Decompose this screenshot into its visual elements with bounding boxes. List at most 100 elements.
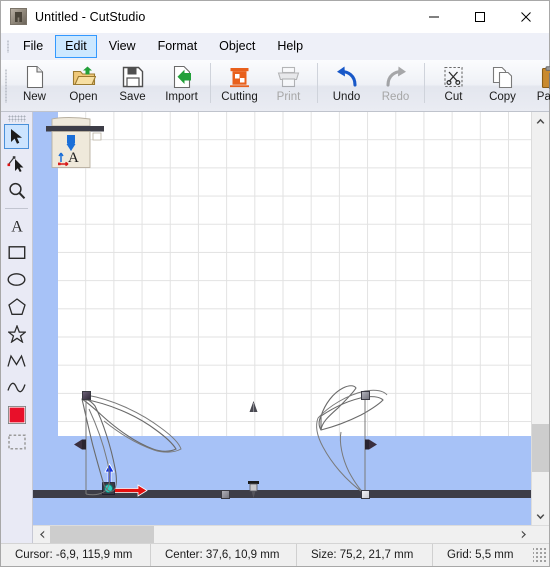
media-load-direction-icon: A: [46, 116, 104, 172]
toolbar-save-label: Save: [119, 91, 146, 103]
origin-x-axis-arrow: [113, 484, 148, 497]
status-bar: Cursor: -6,9, 115,9 mm Center: 37,6, 10,…: [1, 543, 549, 566]
toolbar-save-button[interactable]: Save: [108, 60, 157, 109]
horizontal-scroll-thumb[interactable]: [50, 526, 154, 543]
tool-fill-color-swatch[interactable]: [4, 402, 29, 427]
selection-handle-left-mid[interactable]: [74, 437, 88, 450]
minimize-button[interactable]: [411, 1, 457, 32]
window-controls: [411, 1, 549, 32]
toolbar-print-button[interactable]: Print: [264, 60, 313, 109]
workspace: A A: [1, 112, 549, 543]
toolbar-redo-button[interactable]: Redo: [371, 60, 420, 109]
tool-polygon[interactable]: [4, 294, 29, 319]
main-toolbar: New Open Save Import Cutting Print Undo …: [1, 60, 550, 112]
menu-format[interactable]: Format: [148, 35, 208, 58]
vertical-scroll-track[interactable]: [532, 129, 549, 508]
toolbar-separator-2: [317, 63, 318, 103]
menu-drag-grip-icon[interactable]: [3, 33, 12, 60]
menu-file[interactable]: File: [13, 35, 53, 58]
toolbar-separator-3: [424, 63, 425, 103]
tool-marquee-select[interactable]: [4, 429, 29, 454]
tool-rectangle[interactable]: [4, 240, 29, 265]
toolbar-undo-button[interactable]: Undo: [322, 60, 371, 109]
selection-handle-bottom-right[interactable]: [361, 490, 370, 499]
copy-pages-icon: [490, 64, 516, 90]
status-size: Size: 75,2, 21,7 mm: [297, 544, 433, 566]
toolbar-new-label: New: [22, 91, 46, 103]
vertical-scrollbar[interactable]: [531, 112, 549, 525]
new-document-icon: [22, 64, 48, 90]
selection-handle-top-right[interactable]: [361, 391, 370, 400]
selection-handle-top-left[interactable]: [82, 391, 91, 400]
vertical-scroll-thumb[interactable]: [532, 424, 549, 472]
clipboard-paste-icon: [539, 64, 550, 90]
tool-select-arrow[interactable]: [4, 124, 29, 149]
toolbar-import-label: Import: [165, 91, 198, 103]
redo-arrow-icon: [383, 64, 409, 90]
import-arrow-icon: [169, 64, 195, 90]
tool-zoom-magnifier[interactable]: [4, 178, 29, 203]
window-title: Untitled - CutStudio: [35, 9, 146, 24]
printer-icon: [276, 64, 302, 90]
scroll-down-button[interactable]: [532, 508, 549, 525]
toolbar-paste-button[interactable]: Paste: [527, 60, 550, 109]
toolbar-undo-label: Undo: [332, 91, 361, 103]
toolbar-copy-label: Copy: [489, 91, 516, 103]
status-grid: Grid: 5,5 mm: [447, 549, 514, 561]
toolbar-cut-button[interactable]: Cut: [429, 60, 478, 109]
cutting-sheet: [58, 112, 531, 436]
menu-view[interactable]: View: [99, 35, 146, 58]
horizontal-scrollbar[interactable]: [33, 525, 549, 543]
horizontal-scroll-track[interactable]: [50, 526, 515, 543]
tool-ellipse[interactable]: [4, 267, 29, 292]
toolbar-copy-button[interactable]: Copy: [478, 60, 527, 109]
toolbar-new-button[interactable]: New: [10, 60, 59, 109]
toolbar-drag-grip-icon[interactable]: [1, 60, 10, 111]
status-cursor: Cursor: -6,9, 115,9 mm: [1, 544, 151, 566]
status-center: Center: 37,6, 10,9 mm: [151, 544, 297, 566]
tool-polyline[interactable]: [4, 348, 29, 373]
menu-object[interactable]: Object: [209, 35, 265, 58]
scissors-cut-icon: [441, 64, 467, 90]
blade-carriage-icon: [247, 481, 260, 499]
scroll-up-button[interactable]: [532, 112, 549, 129]
tool-node-edit[interactable]: [4, 151, 29, 176]
scroll-left-button[interactable]: [33, 526, 50, 543]
toolbar-paste-label: Paste: [536, 91, 550, 103]
toolbar-cutting-button[interactable]: Cutting: [215, 60, 264, 109]
toolbar-cut-label: Cut: [444, 91, 463, 103]
scrollbar-corner: [532, 526, 549, 543]
app-icon: [10, 8, 27, 25]
tool-star[interactable]: [4, 321, 29, 346]
selection-handle-right-mid[interactable]: [363, 437, 377, 450]
canvas-area: A: [33, 112, 549, 543]
tool-palette-divider: [5, 208, 28, 209]
toolbar-separator-1: [210, 63, 211, 103]
toolpalette-drag-grip-icon[interactable]: [7, 115, 26, 122]
floppy-disk-icon: [120, 64, 146, 90]
menu-bar: File Edit View Format Object Help: [1, 33, 549, 60]
svg-text:A: A: [68, 150, 79, 166]
toolbar-print-label: Print: [276, 91, 301, 103]
close-button[interactable]: [503, 1, 549, 32]
maximize-button[interactable]: [457, 1, 503, 32]
toolbar-cutting-label: Cutting: [221, 91, 258, 103]
svg-text:A: A: [11, 219, 23, 235]
tool-text[interactable]: A: [4, 213, 29, 238]
selection-handle-bottom-mid[interactable]: [221, 490, 230, 499]
title-bar: Untitled - CutStudio: [1, 1, 549, 33]
cutstudio-window: Untitled - CutStudio File Edit View Form…: [0, 0, 550, 567]
menu-help[interactable]: Help: [267, 35, 313, 58]
toolbar-open-button[interactable]: Open: [59, 60, 108, 109]
window-resize-grip-icon[interactable]: [533, 548, 547, 562]
tool-curve[interactable]: [4, 375, 29, 400]
cutting-plotter-icon: [227, 64, 253, 90]
scroll-right-button[interactable]: [515, 526, 532, 543]
toolbar-redo-label: Redo: [381, 91, 410, 103]
toolbar-import-button[interactable]: Import: [157, 60, 206, 109]
pinch-roller-icon: [248, 400, 259, 412]
design-canvas[interactable]: A: [33, 112, 531, 525]
menu-edit[interactable]: Edit: [55, 35, 97, 58]
toolbar-open-label: Open: [69, 91, 98, 103]
tool-palette: A: [1, 112, 33, 543]
